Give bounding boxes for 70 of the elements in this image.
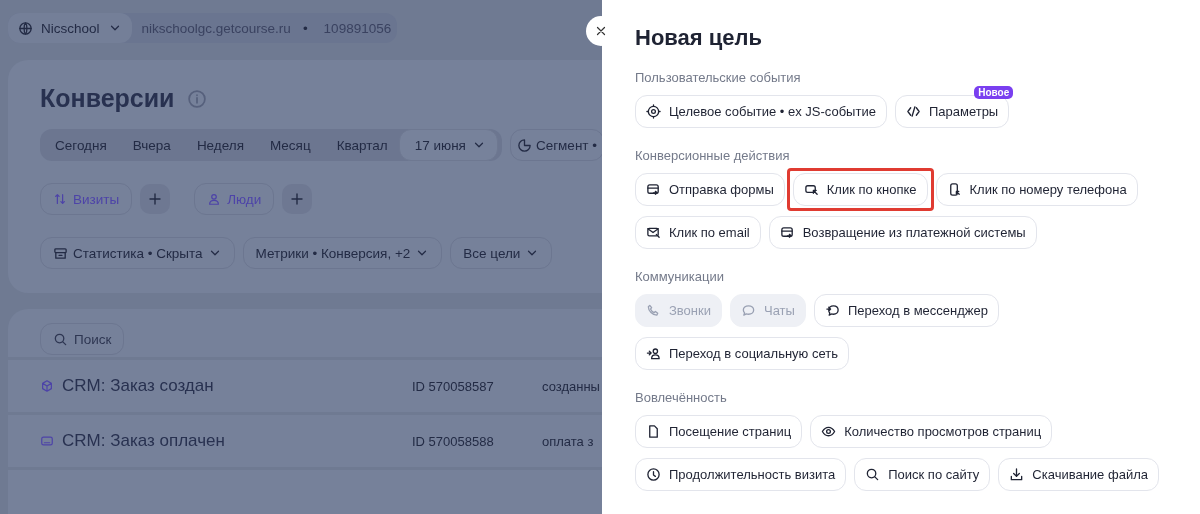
date-picker[interactable]: 17 июня	[398, 129, 498, 161]
goal-name[interactable]: CRM: Заказ создан	[62, 376, 412, 396]
form-icon	[646, 182, 661, 197]
grouping-button[interactable]: Люди	[194, 183, 275, 215]
page-title: Конверсии	[40, 84, 175, 113]
goal-type-button[interactable]: Клик по кнопке	[792, 173, 928, 206]
eye-icon	[821, 424, 837, 439]
new-badge: Новое	[974, 86, 1014, 99]
goal-id: ID 570058587	[412, 378, 495, 394]
filter-dropdown[interactable]: Статистика • Скрыта	[40, 237, 235, 269]
form-icon	[779, 225, 795, 240]
goal-description: оплата з	[542, 433, 594, 449]
goal-type-button[interactable]: Скачивание файла	[998, 458, 1159, 491]
clock-icon	[646, 467, 661, 482]
goal-id: ID 570058588	[412, 433, 495, 449]
cursor-icon	[803, 182, 819, 197]
mail-icon	[646, 225, 661, 240]
goal-type-button[interactable]: Переход в мессенджер	[813, 294, 999, 327]
search-button[interactable]: Поиск	[40, 323, 125, 355]
pie-chart-icon	[516, 137, 532, 153]
section-label: Коммуникации	[635, 269, 725, 285]
search-icon	[53, 331, 68, 347]
add-button[interactable]	[140, 184, 171, 214]
period-tab[interactable]: Сегодня	[40, 129, 118, 161]
goal-type-button[interactable]: Клик по email	[635, 216, 761, 249]
goal-type-button[interactable]: Отправка формы	[635, 173, 785, 206]
goal-name[interactable]: CRM: Заказ оплачен	[62, 431, 412, 451]
goal-type-button[interactable]: Посещение страниц	[635, 415, 803, 448]
card-icon	[40, 434, 54, 448]
filter-dropdown[interactable]: Метрики • Конверсия, +2	[242, 237, 443, 269]
period-tab[interactable]: Месяц	[254, 129, 322, 161]
filter-dropdown[interactable]: Все цели	[450, 237, 553, 269]
close-icon	[594, 24, 608, 38]
globe-icon	[18, 20, 33, 36]
goal-type-button[interactable]: Возвращение из платежной системы	[768, 216, 1037, 249]
archive-icon	[53, 245, 68, 261]
person-icon	[646, 346, 661, 361]
plus-icon	[289, 191, 306, 207]
separator-dot: •	[301, 20, 309, 36]
target-icon	[646, 104, 661, 119]
goal-type-button[interactable]: Количество просмотров страниц	[810, 415, 1053, 448]
arrows-icon	[53, 192, 67, 206]
grouping-button[interactable]: Визиты	[40, 183, 133, 215]
document-icon	[646, 424, 661, 439]
info-icon	[186, 88, 207, 109]
phone-icon	[646, 303, 661, 318]
chat-icon	[824, 303, 840, 318]
download-icon	[1009, 467, 1025, 482]
add-button[interactable]	[282, 184, 313, 214]
section-label: Конверсионные действия	[635, 148, 791, 164]
goal-description: созданны	[542, 378, 600, 394]
code-icon	[905, 104, 921, 119]
period-tab[interactable]: Квартал	[321, 129, 399, 161]
account-selector[interactable]: Nicschool	[8, 13, 132, 43]
goal-type-button[interactable]: Поиск по сайту	[854, 458, 991, 491]
search-icon	[865, 467, 881, 482]
goal-type-button[interactable]: Продолжительность визита	[635, 458, 847, 491]
plus-icon	[147, 191, 164, 207]
chat-icon	[741, 303, 756, 318]
goal-type-button[interactable]: Клик по номеру телефона	[935, 173, 1138, 206]
goal-type-button[interactable]: Переход в социальную сеть	[635, 337, 849, 370]
period-tab[interactable]: Неделя	[181, 129, 255, 161]
person-icon	[207, 192, 222, 206]
period-tab[interactable]: Вчера	[117, 129, 182, 161]
goal-type-button[interactable]: Целевое событие • ex JS-событие	[635, 95, 887, 128]
panel-title: Новая цель	[635, 24, 763, 52]
cube-icon	[40, 379, 54, 393]
goal-type-button[interactable]: Параметры	[894, 95, 1010, 128]
section-label: Пользовательские события	[635, 70, 802, 86]
section-label: Вовлечённость	[635, 390, 728, 406]
